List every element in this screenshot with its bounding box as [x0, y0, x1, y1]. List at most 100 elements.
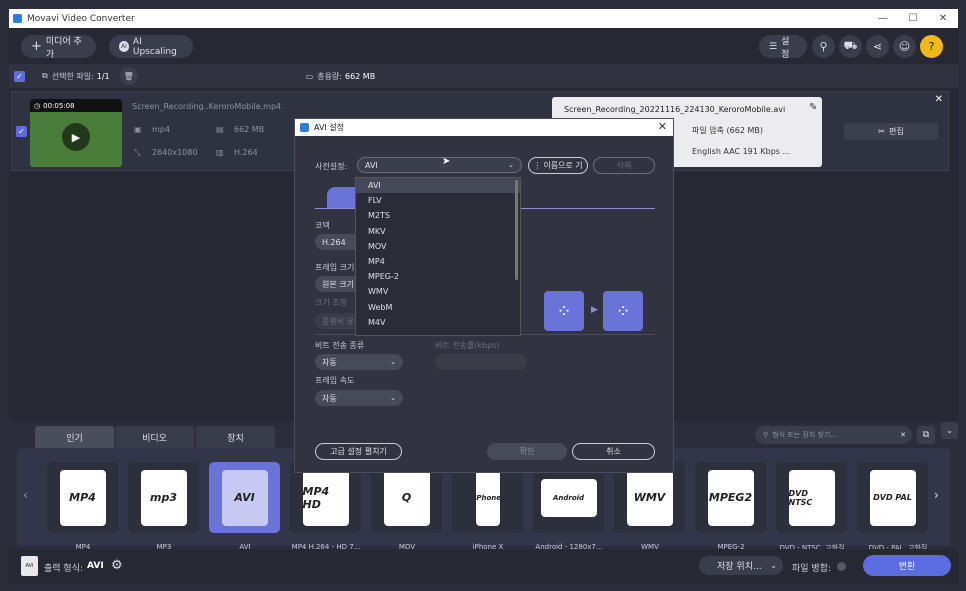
chevron-down-icon: ⌄ — [390, 394, 396, 402]
preset-option[interactable]: MP4 — [356, 254, 520, 269]
codec-icon: ▥ — [216, 148, 224, 157]
dropdown-scrollbar[interactable] — [515, 180, 518, 280]
video-thumbnail[interactable]: ◷ 00:05:08 ▶ — [30, 99, 122, 167]
mpeg2-icon: MPEG2 — [707, 469, 754, 526]
preset-option[interactable]: WMV — [356, 284, 520, 299]
file-size: 662 MB — [234, 125, 265, 134]
play-icon[interactable]: ▶ — [62, 123, 90, 151]
gear-icon[interactable]: ⚙ — [111, 558, 123, 573]
cancel-button[interactable]: 취소 — [572, 443, 655, 460]
bitrate-type-select[interactable]: 자동 ⌄ — [315, 354, 403, 370]
preset-option[interactable]: FLV — [356, 193, 520, 208]
save-location-select[interactable]: 저장 위치... ⌄ — [699, 556, 783, 575]
select-all-checkbox[interactable]: ✓ — [14, 70, 25, 82]
help-icon[interactable]: ? — [920, 35, 943, 58]
file-codec: H.264 — [234, 148, 258, 157]
window-title: Movavi Video Converter — [27, 13, 135, 24]
preset-select[interactable]: AVI ⌄ — [357, 157, 522, 173]
resize-label: 크기 조정 — [315, 298, 347, 307]
file-checkbox[interactable]: ✓ — [16, 126, 27, 137]
preset-option[interactable]: AVI — [356, 178, 520, 194]
resolution-icon: ⤡ — [134, 148, 141, 157]
maximize-button[interactable]: ☐ — [898, 9, 928, 28]
app-icon — [13, 14, 22, 23]
advanced-settings-button[interactable]: 고급 설정 펼치기 — [315, 443, 402, 460]
tile-dvd-ntsc[interactable]: DVD NTSC — [776, 462, 847, 533]
tab-devices[interactable]: 장치 — [196, 426, 275, 448]
preset-dropdown-list: AVI FLV M2TS MKV MOV MP4 MPEG-2 WMV WebM… — [355, 177, 521, 336]
selected-count: 1/1 — [96, 71, 110, 81]
chevron-right-icon[interactable]: › — [934, 488, 939, 502]
duration: 00:05:08 — [43, 101, 75, 110]
ai-icon: AI — [119, 41, 129, 52]
total-label: 총용량: — [317, 71, 342, 81]
merge-toggle[interactable] — [837, 562, 846, 571]
output-video-icon: ⁘ — [603, 291, 643, 331]
dialog-close-icon[interactable]: ✕ — [658, 120, 667, 133]
clock-icon: ◷ — [34, 101, 41, 110]
preset-option[interactable]: M2TS — [356, 208, 520, 223]
plus-icon: + — [31, 39, 42, 54]
edit-button[interactable]: ✂ 편집 — [844, 123, 938, 140]
preset-label: 사전설정: — [315, 162, 348, 171]
add-media-button[interactable]: + 미디어 추가 — [21, 35, 96, 60]
format-info-icon[interactable]: ⧉ — [917, 426, 935, 444]
dialog-title: AVI 설정 — [314, 123, 345, 132]
mp4-icon: MP4 — [59, 469, 106, 526]
tile-mp4[interactable]: MP4 — [47, 462, 118, 533]
dialog-app-icon — [300, 123, 309, 132]
tab-popular[interactable]: 인기 — [35, 426, 114, 448]
quicktime-icon: Q — [383, 469, 430, 526]
preset-option[interactable]: MPEG-2 — [356, 269, 520, 284]
collapse-icon[interactable]: ⌄ — [941, 422, 958, 439]
frame-rate-label: 프레임 속도 — [315, 376, 355, 385]
tile-mp3[interactable]: mp3 — [128, 462, 199, 533]
tab-video[interactable]: 비디오 — [115, 426, 194, 448]
bitrate-input[interactable] — [435, 354, 527, 370]
pencil-icon[interactable]: ✎ — [809, 102, 817, 113]
file-name: Screen_Recording..KeroroMobile.mp4 — [132, 102, 282, 111]
merge-label: 파일 병합: — [792, 564, 832, 574]
trash-icon[interactable]: 🗑 — [119, 67, 138, 85]
ai-upscaling-button[interactable]: AI AI Upscaling — [109, 35, 193, 58]
frame-size-label: 프레임 크기 — [315, 263, 355, 272]
minimize-button[interactable]: — — [868, 9, 898, 28]
source-video-icon: ⁘ — [544, 291, 584, 331]
search-icon[interactable]: ⚲ — [812, 35, 835, 58]
format-search-input[interactable]: ⚲ 형식 또는 장치 찾기... ✕ — [755, 426, 912, 444]
chevron-down-icon: ⌄ — [770, 561, 777, 570]
footer: AVI 출력 형식: AVI ⚙ 저장 위치... ⌄ 파일 병합: 변환 — [9, 549, 958, 584]
output-file-name[interactable]: Screen_Recording_20221116_224130_KeroroM… — [564, 105, 785, 114]
tile-mpeg2[interactable]: MPEG2 — [695, 462, 766, 533]
preset-option[interactable]: WebM — [356, 300, 520, 315]
compress-select[interactable]: 파일 압축 (662 MB) — [692, 125, 763, 136]
preset-option[interactable]: MOV — [356, 239, 520, 254]
preset-option[interactable]: M4V — [356, 315, 520, 330]
format-icon: ▣ — [134, 125, 142, 134]
cart-icon[interactable]: ⛟ — [839, 35, 862, 58]
mp3-icon: mp3 — [140, 469, 187, 526]
preset-option[interactable]: MKV — [356, 224, 520, 239]
tile-dvd-pal[interactable]: DVD PAL — [857, 462, 928, 533]
chevron-down-icon: ⌄ — [508, 161, 514, 169]
rename-button[interactable]: ⋮ 이름으로 기 — [528, 157, 588, 174]
frame-rate-select[interactable]: 자동 ⌄ — [315, 390, 403, 406]
account-icon[interactable]: ☺ — [893, 35, 916, 58]
chevron-left-icon[interactable]: ‹ — [23, 488, 28, 502]
convert-button[interactable]: 변환 — [863, 555, 951, 576]
selection-bar: ✓ ⧉ 선택한 파일: 1/1 🗑 ▭ 총용량: 662 MB — [9, 64, 958, 88]
delete-button[interactable]: 삭제 — [593, 157, 655, 174]
disk-icon: ▤ — [216, 125, 224, 134]
ok-button[interactable]: 확인 — [487, 443, 567, 460]
clear-icon[interactable]: ✕ — [900, 431, 906, 439]
share-icon[interactable]: ⋖ — [866, 35, 889, 58]
iphone-icon: iPhone — [474, 469, 501, 526]
scissors-icon: ✂ — [878, 127, 885, 136]
ellipsis-icon: ⋮ — [533, 161, 542, 170]
output-format-label: 출력 형식: — [44, 564, 84, 574]
settings-button[interactable]: ☰ 설정 — [759, 35, 807, 60]
tile-avi[interactable]: AVI — [209, 462, 280, 533]
remove-file-icon[interactable]: ✕ — [935, 94, 943, 105]
close-button[interactable]: ✕ — [928, 9, 958, 28]
audio-select[interactable]: English AAC 191 Kbps ... — [692, 147, 790, 156]
